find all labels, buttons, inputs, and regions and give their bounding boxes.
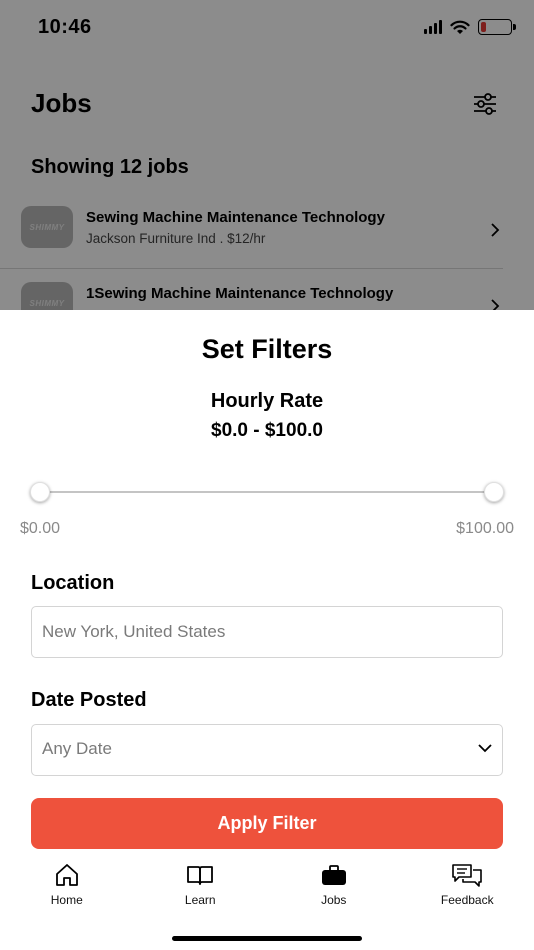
tab-home[interactable]: Home (0, 862, 134, 922)
home-icon (55, 864, 78, 886)
hourly-rate-label: Hourly Rate (210, 390, 324, 412)
sheet-title: Set Filters (201, 334, 333, 364)
date-posted-select[interactable]: Any Date (31, 724, 503, 776)
date-posted-value: Any Date (42, 739, 112, 758)
briefcase-icon (321, 865, 346, 885)
tab-label: Jobs (321, 893, 347, 907)
hourly-rate-value: $0.0 - $100.0 (211, 420, 323, 441)
rate-min-label: $0.00 (20, 520, 61, 537)
jobs-page-background: 10:46 Jobs Showing 12 jobs SHIMMY Sewing… (0, 0, 534, 345)
chat-icon (452, 864, 483, 887)
tab-learn[interactable]: Learn (134, 862, 268, 922)
location-input[interactable] (32, 607, 502, 657)
filter-sheet: Set Filters Hourly Rate $0.0 - $100.0 $0… (0, 310, 534, 950)
rate-slider-track[interactable] (40, 491, 494, 493)
book-icon (187, 866, 214, 885)
tab-label: Feedback (440, 893, 494, 907)
location-field[interactable] (31, 606, 503, 658)
rate-max-label: $100.00 (456, 520, 514, 537)
rate-slider-min-handle[interactable] (30, 482, 50, 502)
tab-label: Home (50, 893, 83, 907)
tab-jobs[interactable]: Jobs (267, 862, 401, 922)
chevron-down-icon (478, 744, 492, 753)
tab-bar: Home Learn Jobs Feedback (0, 862, 534, 922)
modal-backdrop[interactable] (0, 0, 534, 310)
home-indicator (172, 936, 362, 941)
rate-slider-max-handle[interactable] (484, 482, 504, 502)
date-posted-label: Date Posted (31, 689, 147, 711)
tab-feedback[interactable]: Feedback (401, 862, 534, 922)
tab-label: Learn (184, 893, 216, 907)
apply-filter-button[interactable]: Apply Filter (31, 798, 503, 849)
location-label: Location (31, 572, 115, 594)
